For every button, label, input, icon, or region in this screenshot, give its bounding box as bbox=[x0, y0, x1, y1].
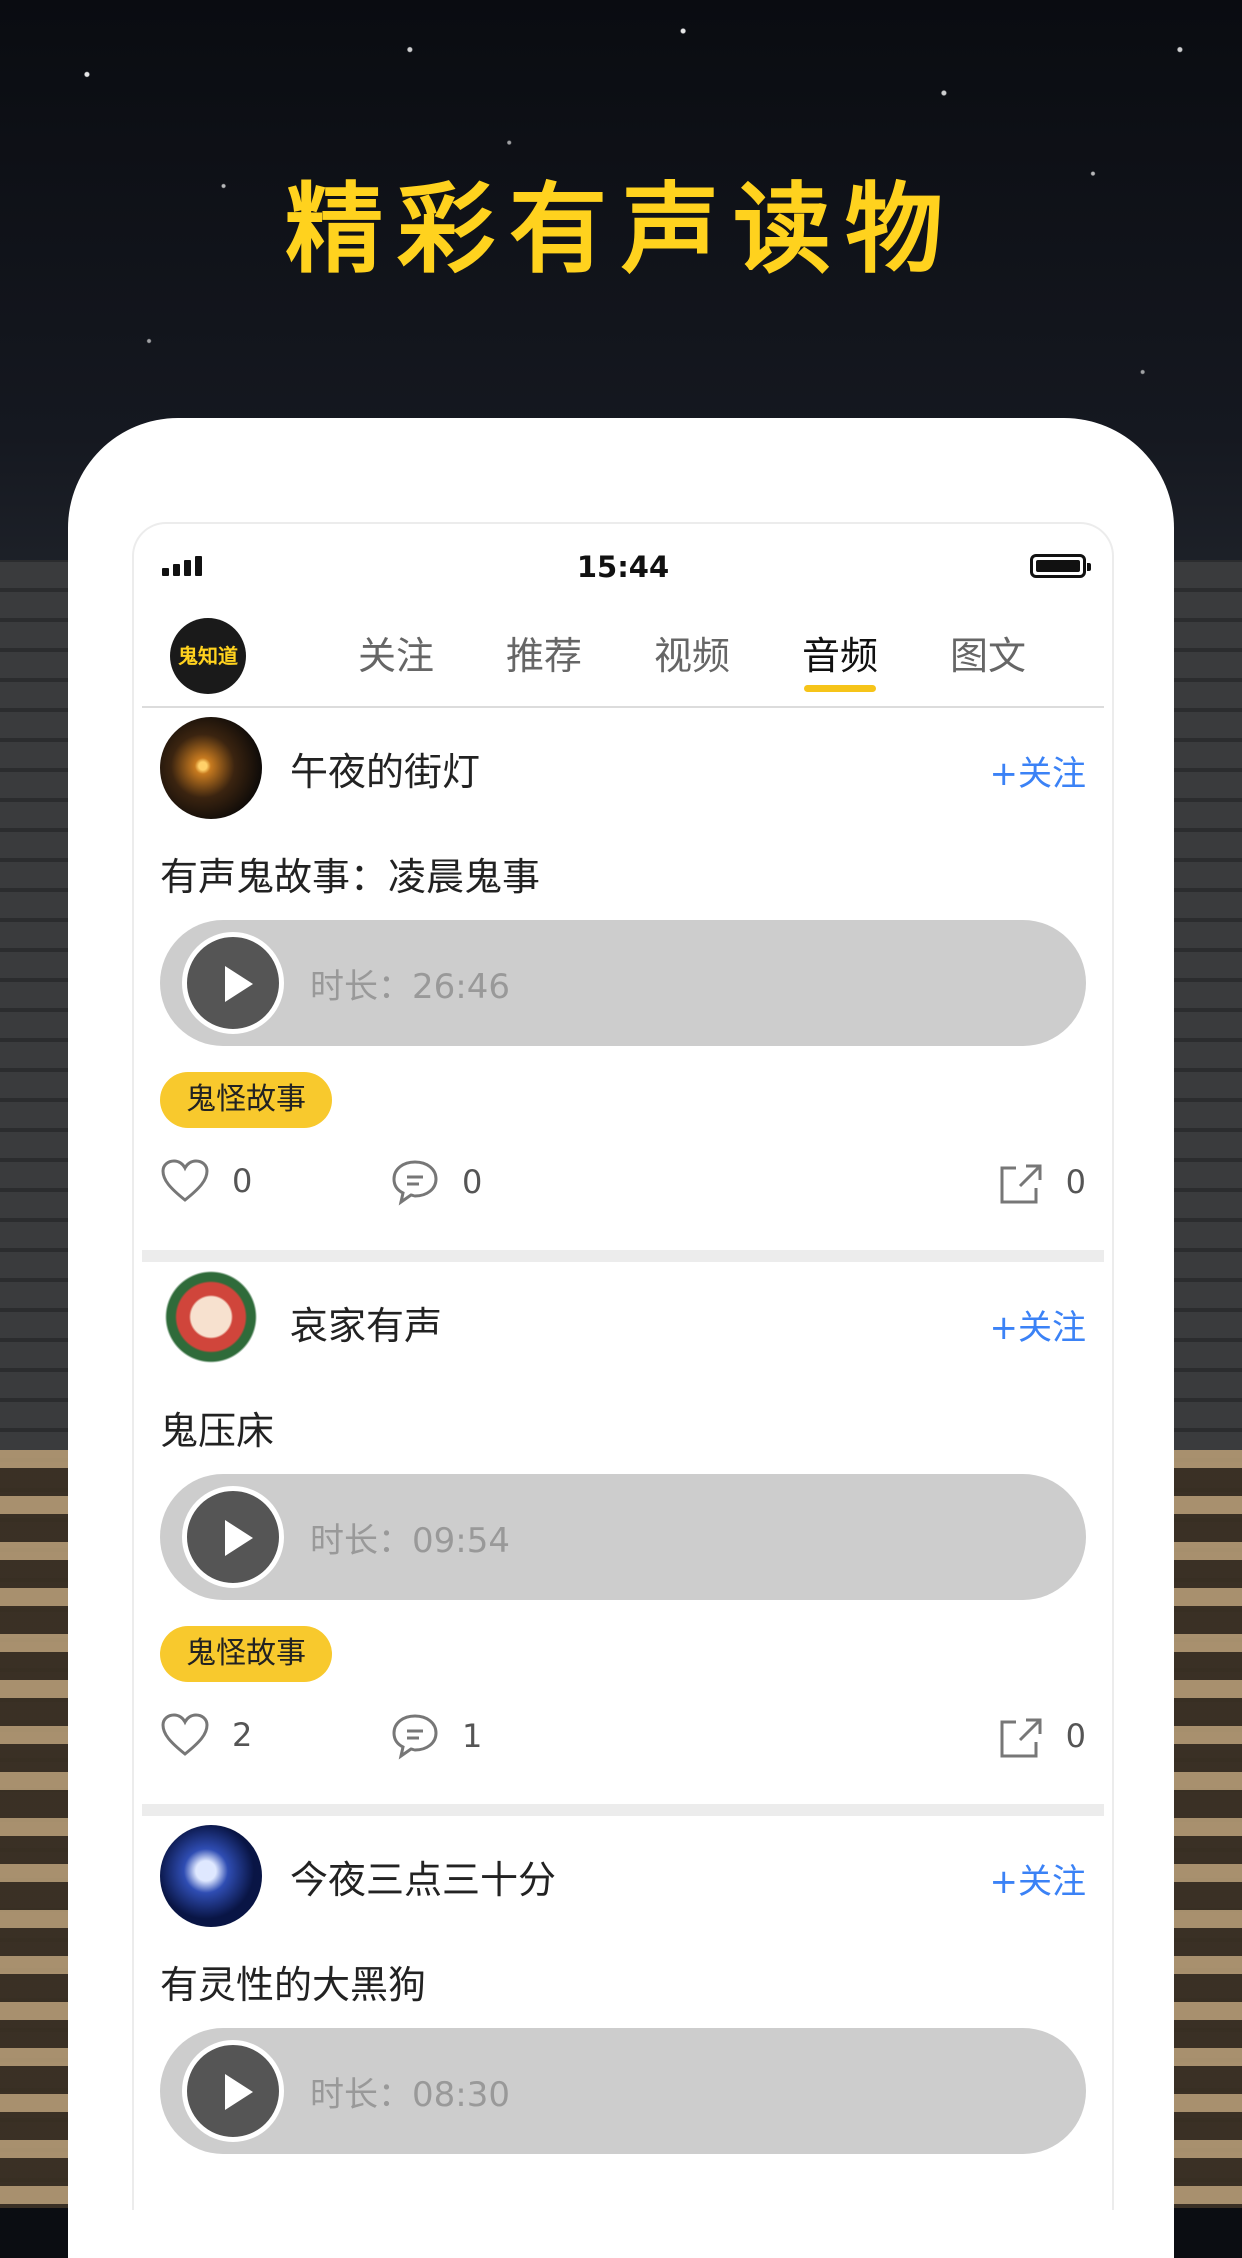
share-icon bbox=[1000, 1718, 1042, 1758]
post-header: 哀家有声 +关注 bbox=[160, 1262, 1086, 1382]
tab-following[interactable]: 关注 bbox=[322, 610, 470, 706]
post-header: 午夜的街灯 +关注 bbox=[160, 708, 1086, 828]
author-name[interactable]: 哀家有声 bbox=[290, 1295, 442, 1350]
audio-player[interactable]: 时长：09:54 bbox=[160, 1474, 1086, 1600]
tab-bar: 关注 推荐 视频 音频 图文 bbox=[322, 610, 1062, 706]
follow-button[interactable]: +关注 bbox=[990, 746, 1087, 795]
post-divider bbox=[142, 1804, 1104, 1816]
post-title[interactable]: 鬼压床 bbox=[160, 1400, 1086, 1453]
status-time: 15:44 bbox=[576, 550, 670, 584]
feed-post: 哀家有声 +关注 鬼压床 时长：09:54 鬼怪故事 2 1 0 bbox=[134, 1262, 1112, 1804]
feed-post: 午夜的街灯 +关注 有声鬼故事：凌晨鬼事 时长：26:46 鬼怪故事 0 0 0 bbox=[134, 708, 1112, 1250]
comment-button[interactable]: 1 bbox=[390, 1712, 482, 1760]
feed-post: 今夜三点三十分 +关注 有灵性的大黑狗 时长：08:30 bbox=[134, 1816, 1112, 2154]
post-actions: 0 0 0 bbox=[160, 1128, 1086, 1250]
author-name[interactable]: 今夜三点三十分 bbox=[290, 1849, 556, 1904]
post-header: 今夜三点三十分 +关注 bbox=[160, 1816, 1086, 1936]
category-tag[interactable]: 鬼怪故事 bbox=[160, 1626, 332, 1682]
top-nav: 鬼知道 关注 推荐 视频 音频 图文 bbox=[142, 610, 1104, 708]
like-button[interactable]: 0 bbox=[160, 1158, 252, 1204]
stairs-right bbox=[1172, 1450, 1242, 2208]
heart-icon bbox=[161, 1713, 209, 1756]
duration-label: 时长：09:54 bbox=[310, 1520, 510, 1561]
like-count: 0 bbox=[232, 1162, 253, 1200]
tab-audio[interactable]: 音频 bbox=[766, 610, 914, 706]
comment-icon bbox=[392, 1160, 438, 1206]
audio-player[interactable]: 时长：08:30 bbox=[160, 2028, 1086, 2154]
comment-count: 1 bbox=[462, 1717, 483, 1755]
like-button[interactable]: 2 bbox=[160, 1712, 252, 1758]
promo-headline: 精彩有声读物 bbox=[284, 173, 957, 287]
audio-player[interactable]: 时长：26:46 bbox=[160, 920, 1086, 1046]
post-title[interactable]: 有灵性的大黑狗 bbox=[160, 1954, 1086, 2007]
tab-image-text[interactable]: 图文 bbox=[914, 610, 1062, 706]
duration-label: 时长：08:30 bbox=[310, 2074, 510, 2115]
play-icon[interactable] bbox=[182, 932, 284, 1034]
comment-button[interactable]: 0 bbox=[390, 1158, 482, 1206]
app-logo[interactable]: 鬼知道 bbox=[170, 618, 246, 694]
comment-count: 0 bbox=[462, 1163, 483, 1201]
post-title[interactable]: 有声鬼故事：凌晨鬼事 bbox=[160, 846, 1086, 899]
battery-icon bbox=[1030, 554, 1091, 578]
phone-screen: 15:44 鬼知道 关注 推荐 视频 音频 图文 午夜的街灯 +关注 有声鬼故事… bbox=[132, 522, 1114, 2210]
avatar[interactable] bbox=[160, 1825, 262, 1927]
follow-button[interactable]: +关注 bbox=[990, 1854, 1087, 1903]
tab-recommended[interactable]: 推荐 bbox=[470, 610, 618, 706]
play-icon[interactable] bbox=[182, 1486, 284, 1588]
heart-icon bbox=[161, 1159, 209, 1202]
share-count: 0 bbox=[1065, 1163, 1086, 1201]
follow-button[interactable]: +关注 bbox=[990, 1300, 1087, 1349]
post-actions: 2 1 0 bbox=[160, 1682, 1086, 1804]
share-count: 0 bbox=[1065, 1717, 1086, 1755]
duration-label: 时长：26:46 bbox=[310, 966, 510, 1007]
share-button[interactable]: 0 bbox=[996, 1158, 1086, 1206]
like-count: 2 bbox=[232, 1716, 253, 1754]
stairs-left bbox=[0, 1450, 70, 2208]
author-name[interactable]: 午夜的街灯 bbox=[290, 741, 480, 796]
post-divider bbox=[142, 1250, 1104, 1262]
tab-video[interactable]: 视频 bbox=[618, 610, 766, 706]
category-tag[interactable]: 鬼怪故事 bbox=[160, 1072, 332, 1128]
play-icon[interactable] bbox=[182, 2040, 284, 2142]
status-bar: 15:44 bbox=[134, 524, 1112, 610]
avatar[interactable] bbox=[160, 1271, 262, 1373]
comment-icon bbox=[392, 1714, 438, 1760]
avatar[interactable] bbox=[160, 717, 262, 819]
share-icon bbox=[1000, 1164, 1042, 1204]
share-button[interactable]: 0 bbox=[996, 1712, 1086, 1760]
